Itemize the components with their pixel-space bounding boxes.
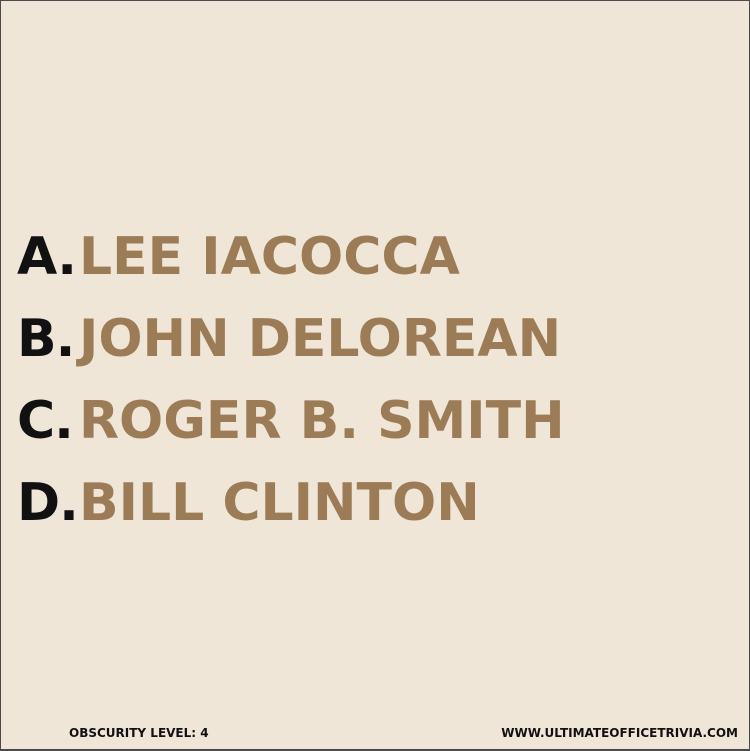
answer-letter: B. xyxy=(17,309,75,369)
obscurity-level: OBSCURITY LEVEL: 4 xyxy=(69,726,209,740)
answer-option-b: B. JOHN DELOREAN xyxy=(17,309,737,369)
answer-option-d: D. BILL CLINTON xyxy=(17,473,737,533)
answer-letter: A. xyxy=(17,227,77,287)
website-url: WWW.ULTIMATEOFFICETRIVIA.COM xyxy=(501,726,738,740)
answer-text: LEE IACOCCA xyxy=(79,227,460,287)
answer-text: JOHN DELOREAN xyxy=(79,309,562,369)
answer-list: A. LEE IACOCCA B. JOHN DELOREAN C. ROGER… xyxy=(17,227,737,555)
answer-text: ROGER B. SMITH xyxy=(79,391,565,451)
answer-text: BILL CLINTON xyxy=(79,473,480,533)
answer-option-a: A. LEE IACOCCA xyxy=(17,227,737,287)
answer-option-c: C. ROGER B. SMITH xyxy=(17,391,737,451)
trivia-card: A. LEE IACOCCA B. JOHN DELOREAN C. ROGER… xyxy=(1,1,749,749)
answer-letter: D. xyxy=(17,473,79,533)
answer-letter: C. xyxy=(17,391,74,451)
